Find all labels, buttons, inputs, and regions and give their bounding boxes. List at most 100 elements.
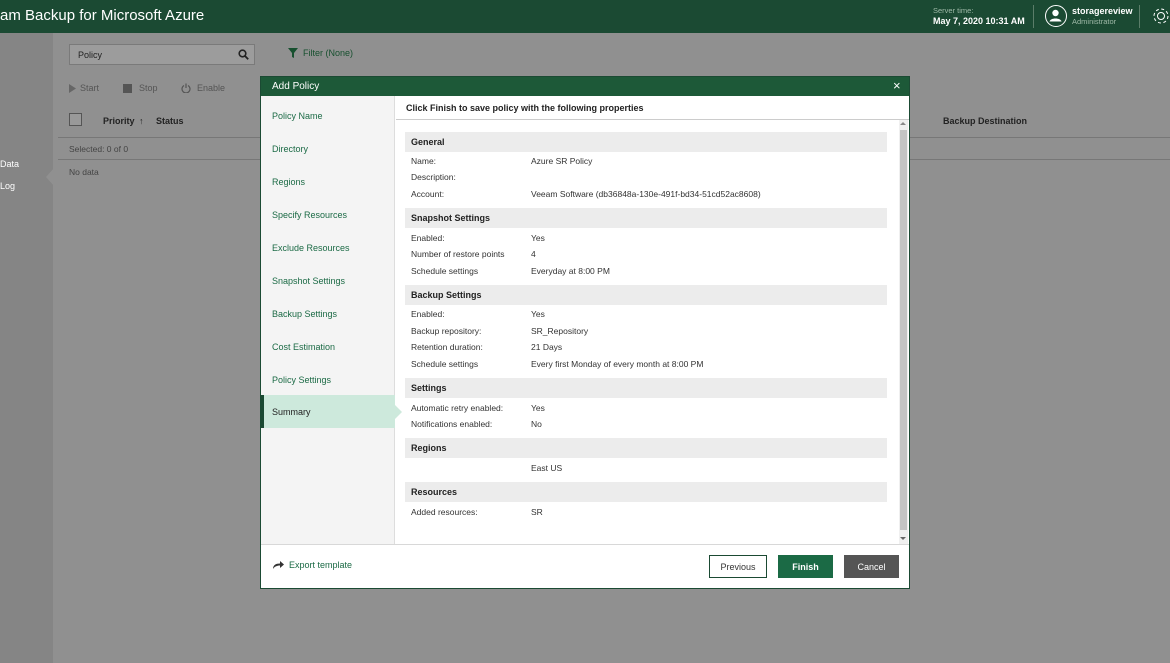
header-divider bbox=[1033, 5, 1034, 28]
step-label: Directory bbox=[272, 144, 309, 154]
step-backup-settings[interactable]: Backup Settings bbox=[261, 297, 395, 330]
section-title: Regions bbox=[411, 443, 447, 453]
notifications-key: Notifications enabled: bbox=[411, 419, 493, 429]
restore-points-key: Number of restore points bbox=[411, 249, 505, 259]
step-label: Cost Estimation bbox=[272, 342, 336, 352]
enable-button[interactable]: Enable bbox=[197, 83, 225, 93]
step-label: Policy Settings bbox=[272, 375, 332, 385]
step-specify-resources[interactable]: Specify Resources bbox=[261, 198, 395, 231]
play-icon bbox=[69, 84, 76, 93]
name-key: Name: bbox=[411, 156, 437, 166]
previous-button[interactable]: Previous bbox=[709, 555, 767, 578]
export-template-link[interactable]: Export template bbox=[289, 560, 352, 570]
step-policy-settings[interactable]: Policy Settings bbox=[261, 363, 395, 396]
snapshot-enabled-key: Enabled: bbox=[411, 233, 445, 243]
account-key: Account: bbox=[411, 189, 445, 199]
select-all-checkbox[interactable] bbox=[69, 113, 82, 126]
snapshot-schedule-key: Schedule settings bbox=[411, 266, 479, 276]
snapshot-schedule-value: Everyday at 8:00 PM bbox=[531, 266, 610, 276]
top-bar: am Backup for Microsoft Azure Server tim… bbox=[0, 0, 1170, 33]
step-summary[interactable]: Summary bbox=[261, 395, 402, 428]
section-title: Resources bbox=[411, 487, 458, 497]
divider bbox=[396, 119, 909, 120]
user-name: storagereview bbox=[1072, 6, 1133, 16]
backup-repository-value: SR_Repository bbox=[531, 326, 589, 336]
cancel-button[interactable]: Cancel bbox=[844, 555, 899, 578]
snapshot-enabled-value: Yes bbox=[531, 233, 545, 243]
backup-enabled-key: Enabled: bbox=[411, 309, 445, 319]
search-icon[interactable] bbox=[238, 49, 249, 60]
start-button[interactable]: Start bbox=[80, 83, 99, 93]
retention-key: Retention duration: bbox=[411, 342, 483, 352]
power-icon bbox=[181, 83, 191, 93]
server-time: Server time: May 7, 2020 10:31 AM bbox=[933, 6, 1025, 26]
step-regions[interactable]: Regions bbox=[261, 165, 395, 198]
section-settings: Settings bbox=[405, 378, 887, 398]
step-label: Specify Resources bbox=[272, 210, 348, 220]
account-value: Veeam Software (db36848a-130e-491f-bd34-… bbox=[531, 189, 761, 199]
backup-enabled-value: Yes bbox=[531, 309, 545, 319]
scroll-up-icon[interactable] bbox=[900, 122, 906, 125]
section-title: Backup Settings bbox=[411, 290, 482, 300]
sort-arrow-icon: ↑ bbox=[139, 116, 144, 126]
step-label: Snapshot Settings bbox=[272, 276, 346, 286]
header-divider bbox=[1139, 5, 1140, 28]
name-value: Azure SR Policy bbox=[531, 156, 593, 166]
notifications-value: No bbox=[531, 419, 542, 429]
app-title: am Backup for Microsoft Azure bbox=[0, 7, 205, 24]
scrollbar-thumb[interactable] bbox=[900, 130, 907, 530]
section-title: General bbox=[411, 137, 445, 147]
nav-item-data[interactable]: Data bbox=[0, 159, 19, 169]
step-label: Policy Name bbox=[272, 111, 323, 121]
section-regions: Regions bbox=[405, 438, 887, 458]
column-priority[interactable]: Priority bbox=[103, 116, 135, 126]
close-icon[interactable]: × bbox=[893, 79, 901, 92]
divider bbox=[261, 544, 909, 545]
added-resources-value: SR bbox=[531, 507, 543, 517]
section-resources: Resources bbox=[405, 482, 887, 502]
user-icon[interactable] bbox=[1045, 5, 1067, 27]
step-directory[interactable]: Directory bbox=[261, 132, 395, 165]
export-icon[interactable] bbox=[272, 560, 284, 570]
step-label: Backup Settings bbox=[272, 309, 338, 319]
backup-schedule-key: Schedule settings bbox=[411, 359, 479, 369]
filter-icon[interactable] bbox=[288, 48, 298, 58]
nav-item-log[interactable]: Log bbox=[0, 181, 15, 191]
stop-button[interactable]: Stop bbox=[139, 83, 158, 93]
scroll-down-icon[interactable] bbox=[900, 537, 906, 540]
summary-panel: General Name: Azure SR Policy Descriptio… bbox=[405, 132, 887, 542]
backup-repository-key: Backup repository: bbox=[411, 326, 482, 336]
column-backup-destination[interactable]: Backup Destination bbox=[943, 116, 1027, 126]
section-backup-settings: Backup Settings bbox=[405, 285, 887, 305]
stop-icon bbox=[123, 84, 132, 93]
gear-icon[interactable] bbox=[1150, 5, 1170, 29]
finish-button[interactable]: Finish bbox=[778, 555, 833, 578]
selection-count: Selected: 0 of 0 bbox=[69, 144, 129, 154]
section-snapshot-settings: Snapshot Settings bbox=[405, 208, 887, 228]
step-exclude-resources[interactable]: Exclude Resources bbox=[261, 231, 395, 264]
section-general: General bbox=[405, 132, 887, 152]
dialog-header: Add Policy × bbox=[261, 77, 909, 96]
region-value: East US bbox=[531, 463, 563, 473]
step-cost-estimation[interactable]: Cost Estimation bbox=[261, 330, 395, 363]
user-menu[interactable]: storagereview Administrator bbox=[1072, 6, 1133, 26]
scrollbar[interactable] bbox=[899, 120, 908, 545]
empty-state: No data bbox=[69, 167, 99, 177]
step-label: Exclude Resources bbox=[272, 243, 350, 253]
dialog-title: Add Policy bbox=[272, 81, 320, 92]
filter-button[interactable]: Filter (None) bbox=[303, 48, 353, 58]
step-snapshot-settings[interactable]: Snapshot Settings bbox=[261, 264, 395, 297]
section-title: Snapshot Settings bbox=[411, 213, 491, 223]
description-key: Description: bbox=[411, 172, 456, 182]
search-value: Policy bbox=[78, 50, 103, 60]
step-label: Summary bbox=[272, 407, 311, 417]
wizard-steps: Policy Name Directory Regions Specify Re… bbox=[261, 96, 402, 544]
column-status[interactable]: Status bbox=[156, 116, 184, 126]
user-role: Administrator bbox=[1072, 17, 1117, 26]
search-input[interactable]: Policy bbox=[69, 44, 255, 65]
summary-heading: Click Finish to save policy with the fol… bbox=[406, 103, 644, 113]
step-policy-name[interactable]: Policy Name bbox=[261, 99, 395, 132]
server-time-value: May 7, 2020 10:31 AM bbox=[933, 16, 1025, 26]
server-time-label: Server time: bbox=[933, 6, 974, 15]
added-resources-key: Added resources: bbox=[411, 507, 478, 517]
